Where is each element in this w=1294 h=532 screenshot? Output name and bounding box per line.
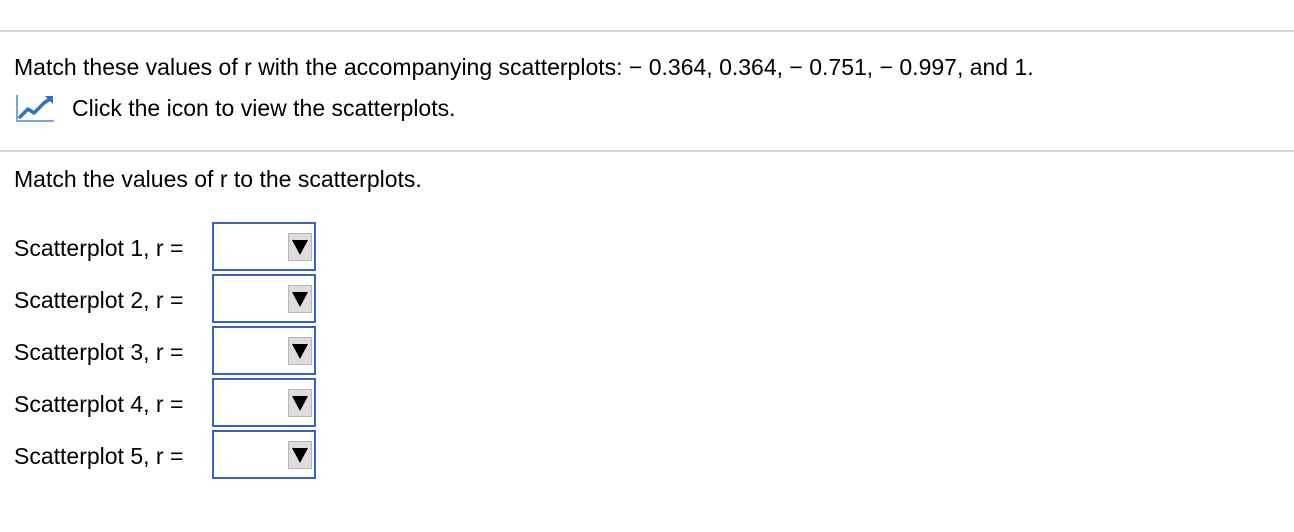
section-divider bbox=[0, 150, 1294, 152]
match-row-scatterplot-2: Scatterplot 2, r = bbox=[14, 274, 334, 326]
triangle-down-icon bbox=[292, 343, 308, 359]
dropdown-arrow-button[interactable] bbox=[288, 285, 312, 313]
scatterplot-2-r-dropdown[interactable] bbox=[212, 274, 316, 323]
dropdown-arrow-button[interactable] bbox=[288, 337, 312, 365]
scatterplot-3-r-dropdown[interactable] bbox=[212, 326, 316, 375]
triangle-down-icon bbox=[292, 447, 308, 463]
scatterplot-4-r-dropdown[interactable] bbox=[212, 378, 316, 427]
triangle-down-icon bbox=[292, 395, 308, 411]
match-row-scatterplot-3: Scatterplot 3, r = bbox=[14, 326, 334, 378]
match-row-scatterplot-1: Scatterplot 1, r = bbox=[14, 222, 334, 274]
view-scatterplots-link[interactable]: Click the icon to view the scatterplots. bbox=[14, 91, 456, 125]
dropdown-arrow-button[interactable] bbox=[288, 389, 312, 417]
question-text: Match these values of r with the accompa… bbox=[14, 54, 1034, 80]
view-scatterplots-text: Click the icon to view the scatterplots. bbox=[72, 95, 456, 121]
top-divider bbox=[0, 30, 1294, 32]
scatterplot-5-label: Scatterplot 5, r = bbox=[14, 443, 184, 469]
scatterplot-2-label: Scatterplot 2, r = bbox=[14, 287, 184, 313]
match-row-scatterplot-5: Scatterplot 5, r = bbox=[14, 430, 334, 482]
triangle-down-icon bbox=[292, 239, 308, 255]
scatterplot-4-label: Scatterplot 4, r = bbox=[14, 391, 184, 417]
dropdown-arrow-button[interactable] bbox=[288, 233, 312, 261]
scatterplot-1-label: Scatterplot 1, r = bbox=[14, 235, 184, 261]
instruction-text: Match the values of r to the scatterplot… bbox=[14, 166, 422, 192]
scatterplot-5-r-dropdown[interactable] bbox=[212, 430, 316, 479]
scatterplot-1-r-dropdown[interactable] bbox=[212, 222, 316, 271]
line-chart-icon[interactable] bbox=[14, 92, 56, 124]
scatterplot-3-label: Scatterplot 3, r = bbox=[14, 339, 184, 365]
match-row-scatterplot-4: Scatterplot 4, r = bbox=[14, 378, 334, 430]
triangle-down-icon bbox=[292, 291, 308, 307]
dropdown-arrow-button[interactable] bbox=[288, 441, 312, 469]
match-list: Scatterplot 1, r = Scatterplot 2, r = Sc… bbox=[14, 222, 334, 482]
